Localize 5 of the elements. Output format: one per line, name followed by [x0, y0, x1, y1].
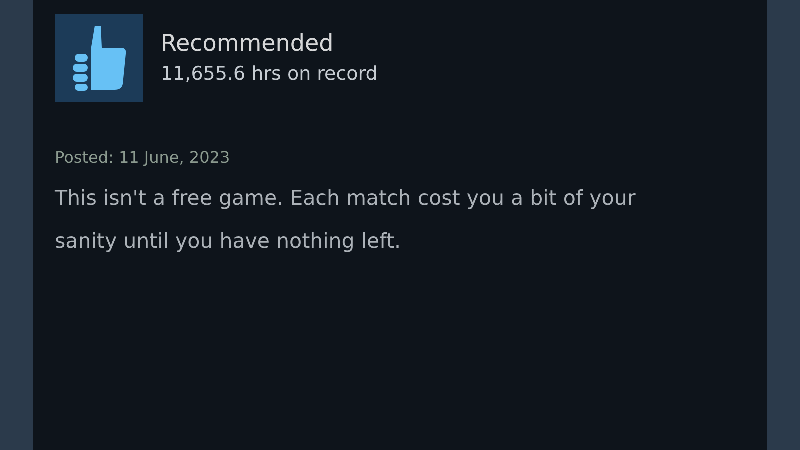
posted-date: Posted: 11 June, 2023 — [55, 148, 232, 167]
thumbs-up-icon — [55, 14, 143, 102]
hours-on-record: 11,655.6 hrs on record — [161, 63, 378, 85]
review-verdict: Recommended — [161, 31, 335, 57]
review-text: This isn't a free game. Each match cost you a bit of your sanity until you have nothing left. — [55, 185, 637, 255]
